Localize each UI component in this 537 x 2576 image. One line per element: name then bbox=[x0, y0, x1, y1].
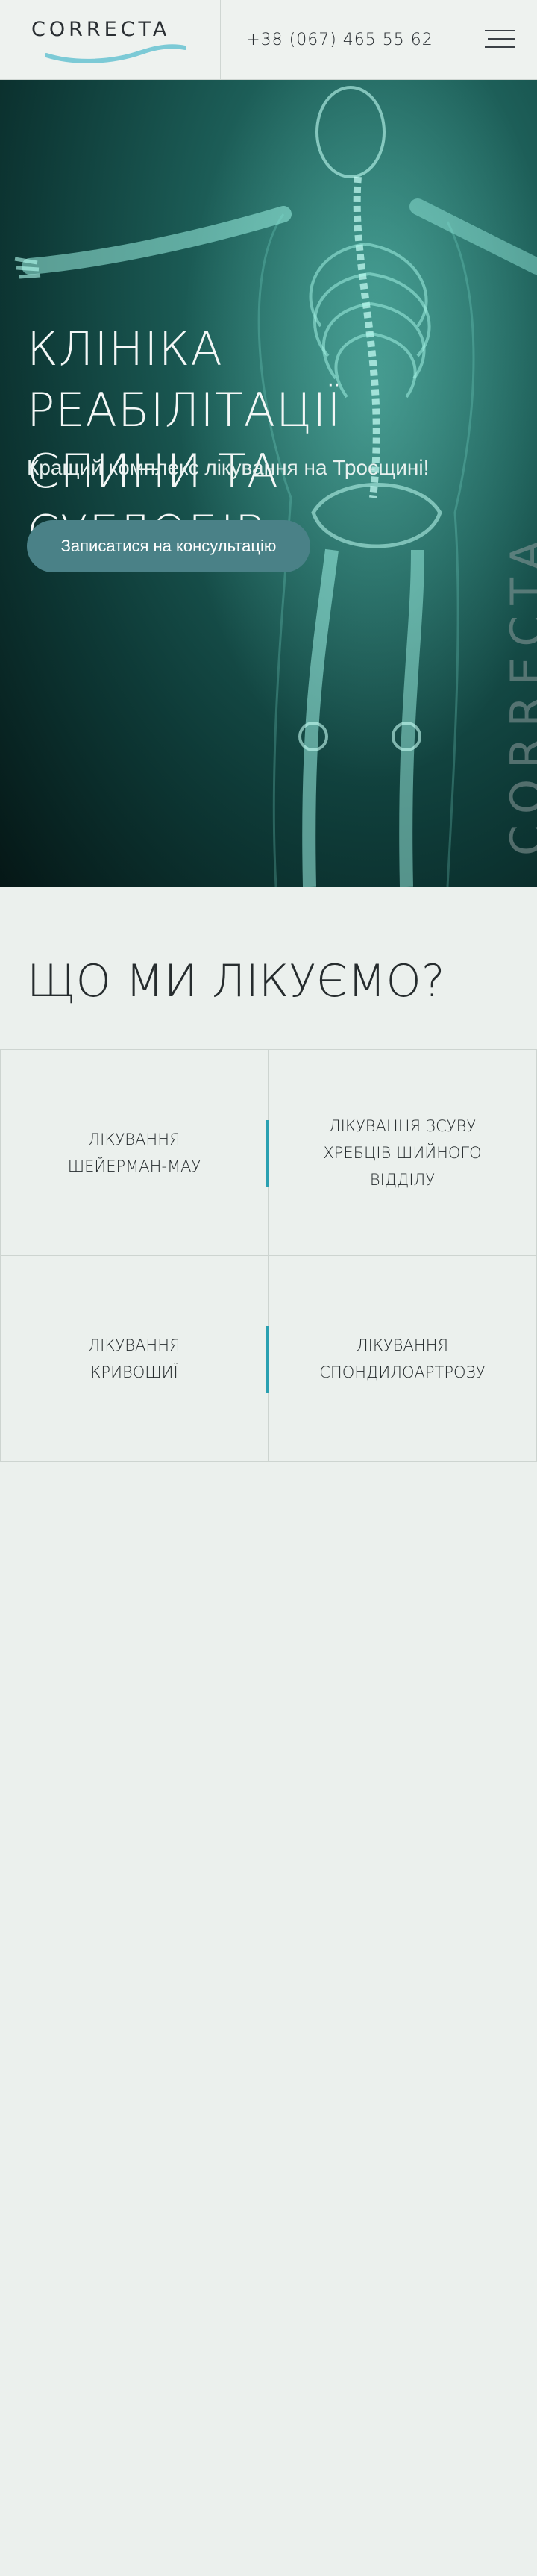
hamburger-icon[interactable] bbox=[459, 0, 537, 80]
phone-cell: +38 (067) 465 55 62 bbox=[221, 0, 459, 80]
treatment-label: ЛІКУВАННЯ КРИВОШИЇ bbox=[88, 1337, 180, 1381]
treatment-card[interactable]: ЛІКУВАННЯ СПОНДИЛОАРТРОЗУ bbox=[268, 1256, 537, 1462]
treatments-grid: ЛІКУВАННЯ ШЕЙЕРМАН-МАУ ЛІКУВАННЯ ЗСУВУ Х… bbox=[0, 1049, 537, 1462]
consultation-button[interactable]: Записатися на консультацію bbox=[27, 520, 310, 572]
logo-text: CORRECTA bbox=[31, 18, 171, 41]
accent-bar bbox=[266, 1120, 269, 1187]
treatment-card[interactable]: ЛІКУВАННЯ КРИВОШИЇ bbox=[0, 1256, 268, 1462]
vertical-brand-text: CORRECTA bbox=[501, 529, 537, 856]
treatment-card[interactable]: ЛІКУВАННЯ ШЕЙЕРМАН-МАУ bbox=[0, 1050, 268, 1256]
accent-bar bbox=[266, 1326, 269, 1393]
treatment-label: ЛІКУВАННЯ СПОНДИЛОАРТРОЗУ bbox=[319, 1337, 486, 1381]
section-title: ЩО МИ ЛІКУЄМО? bbox=[27, 955, 445, 1007]
logo-wave-icon bbox=[45, 44, 186, 63]
treatment-label: ЛІКУВАННЯ ЗСУВУ ХРЕБЦІВ ШИЙНОГО ВІДДІЛУ bbox=[323, 1116, 482, 1189]
logo[interactable]: CORRECTA bbox=[0, 0, 221, 80]
phone-link[interactable]: +38 (067) 465 55 62 bbox=[246, 31, 433, 49]
hero-section: КЛІНІКА РЕАБІЛІТАЦІЇ СПИНИ ТА СУГЛОБІВ К… bbox=[0, 80, 537, 887]
hero-subtitle: Кращий комплекс лікування на Троєщині! bbox=[27, 456, 430, 479]
treatment-label: ЛІКУВАННЯ ШЕЙЕРМАН-МАУ bbox=[67, 1130, 201, 1175]
site-header: CORRECTA +38 (067) 465 55 62 bbox=[0, 0, 537, 80]
treatment-card[interactable]: ЛІКУВАННЯ ЗСУВУ ХРЕБЦІВ ШИЙНОГО ВІДДІЛУ bbox=[268, 1050, 537, 1256]
hero-title-line1: КЛІНІКА РЕАБІЛІТАЦІЇ bbox=[27, 322, 342, 437]
